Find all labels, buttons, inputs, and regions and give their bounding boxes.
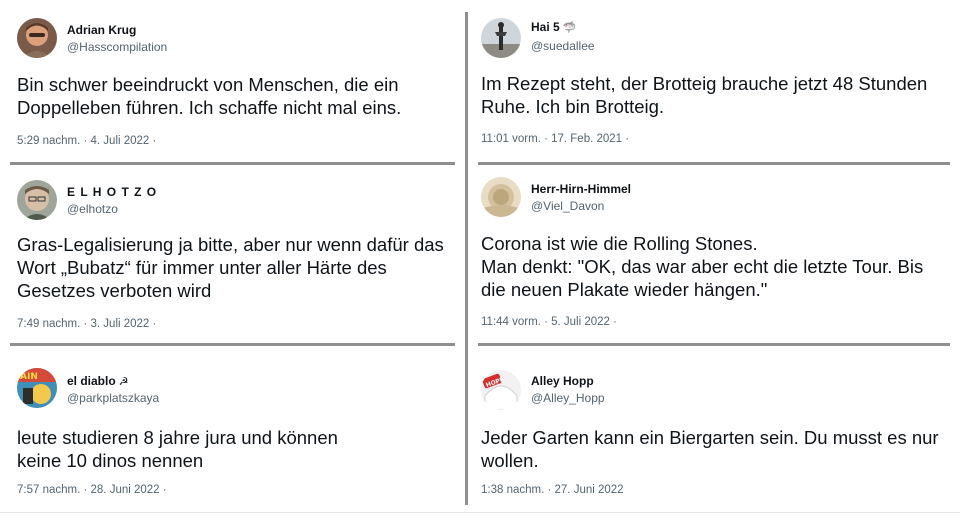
display-name[interactable]: Hai 5 🦈 bbox=[531, 20, 576, 34]
user-handle[interactable]: @Alley_Hopp bbox=[531, 391, 605, 405]
tweet-line: Im Rezept steht, der Brotteig brauche je… bbox=[481, 73, 928, 94]
tweet-line: Wort „Bubatz“ für immer unter aller Härt… bbox=[17, 257, 387, 278]
tweet-timestamp[interactable]: 11:01 vorm. · 17. Feb. 2021 · bbox=[481, 133, 629, 145]
tweet-line: keine 10 dinos nennen bbox=[17, 450, 204, 471]
tweet-collage: Adrian Krug @Hasscompilation Bin schwer … bbox=[0, 0, 960, 527]
avatar-icon bbox=[17, 180, 57, 220]
tweet-line: die neuen Plakate wieder hängen." bbox=[481, 279, 768, 300]
avatar[interactable] bbox=[481, 18, 521, 58]
display-name-text: Hai 5 bbox=[531, 20, 560, 34]
tweet-text: leute studieren 8 jahre jura und können … bbox=[17, 426, 338, 472]
row-divider bbox=[478, 162, 950, 165]
tweet-card[interactable]: AIN el diablo ☭ @parkplatszkaya leute stu… bbox=[0, 346, 465, 511]
display-name[interactable]: Alley Hopp bbox=[531, 374, 594, 388]
bottom-edge bbox=[0, 512, 960, 513]
user-handle[interactable]: @elhotzo bbox=[67, 202, 118, 216]
row-divider bbox=[10, 162, 455, 165]
tweet-text: Corona ist wie die Rolling Stones. Man d… bbox=[481, 232, 923, 301]
display-name-text: el diablo bbox=[67, 374, 116, 388]
display-name[interactable]: el diablo ☭ bbox=[67, 374, 129, 388]
tweet-text: Im Rezept steht, der Brotteig brauche je… bbox=[481, 72, 927, 118]
svg-text:AIN: AIN bbox=[20, 372, 38, 382]
avatar-icon: HOPP bbox=[481, 370, 521, 410]
tweet-text: Gras-Legalisierung ja bitte, aber nur we… bbox=[17, 233, 444, 302]
tweet-card[interactable]: E L H O T Z O @elhotzo Gras-Legalisierun… bbox=[0, 168, 465, 343]
tweet-line: Doppelleben führen. Ich schaffe nicht ma… bbox=[17, 97, 402, 118]
row-divider bbox=[10, 343, 455, 346]
column-divider bbox=[465, 12, 468, 505]
tweet-card[interactable]: HOPP Alley Hopp @Alley_Hopp Jeder Garten… bbox=[468, 346, 960, 511]
tweet-timestamp[interactable]: 7:57 nachm. · 28. Juni 2022 · bbox=[17, 484, 167, 496]
row-divider bbox=[478, 343, 950, 346]
tweet-timestamp[interactable]: 1:38 nachm. · 27. Juni 2022 bbox=[481, 484, 624, 496]
avatar-icon bbox=[481, 177, 521, 217]
tweet-card[interactable]: Adrian Krug @Hasscompilation Bin schwer … bbox=[0, 0, 465, 165]
avatar[interactable]: HOPP bbox=[481, 370, 521, 410]
avatar-icon bbox=[481, 18, 521, 58]
tweet-line: Gesetzes verboten wird bbox=[17, 280, 212, 301]
tweet-line: Bin schwer beeindruckt von Menschen, die… bbox=[17, 74, 399, 95]
user-handle[interactable]: @Viel_Davon bbox=[531, 199, 604, 213]
user-handle[interactable]: @Hasscompilation bbox=[67, 40, 167, 54]
tweet-line: wollen. bbox=[481, 450, 539, 471]
tweet-line: Gras-Legalisierung ja bitte, aber nur we… bbox=[17, 234, 444, 255]
tweet-line: leute studieren 8 jahre jura und können bbox=[17, 427, 338, 448]
tweet-card[interactable]: Hai 5 🦈 @suedallee Im Rezept steht, der B… bbox=[468, 0, 960, 165]
tweet-line: Jeder Garten kann ein Biergarten sein. D… bbox=[481, 427, 939, 448]
tweet-line: Ruhe. Ich bin Brotteig. bbox=[481, 96, 665, 117]
display-name[interactable]: Adrian Krug bbox=[67, 23, 136, 37]
tweet-timestamp[interactable]: 5:29 nachm. · 4. Juli 2022 · bbox=[17, 135, 156, 147]
avatar[interactable] bbox=[481, 177, 521, 217]
display-name[interactable]: E L H O T Z O bbox=[67, 185, 157, 199]
hammer-sickle-icon: ☭ bbox=[118, 376, 129, 388]
tweet-card[interactable]: Herr-Hirn-Himmel @Viel_Davon Corona ist … bbox=[468, 165, 960, 343]
tweet-text: Jeder Garten kann ein Biergarten sein. D… bbox=[481, 426, 939, 472]
tweet-text: Bin schwer beeindruckt von Menschen, die… bbox=[17, 73, 401, 119]
shark-icon: 🦈 bbox=[562, 22, 577, 34]
tweet-line: Corona ist wie die Rolling Stones. bbox=[481, 233, 758, 254]
avatar[interactable]: AIN bbox=[17, 368, 57, 408]
avatar-icon bbox=[17, 18, 57, 58]
tweet-timestamp[interactable]: 7:49 nachm. · 3. Juli 2022 · bbox=[17, 318, 156, 330]
avatar-icon: AIN bbox=[17, 368, 57, 408]
display-name[interactable]: Herr-Hirn-Himmel bbox=[531, 182, 631, 196]
avatar[interactable] bbox=[17, 180, 57, 220]
tweet-timestamp[interactable]: 11:44 vorm. · 5. Juli 2022 · bbox=[481, 316, 617, 328]
user-handle[interactable]: @parkplatszkaya bbox=[67, 391, 159, 405]
avatar[interactable] bbox=[17, 18, 57, 58]
tweet-line: Man denkt: "OK, das war aber echt die le… bbox=[481, 256, 924, 277]
user-handle[interactable]: @suedallee bbox=[531, 39, 595, 53]
